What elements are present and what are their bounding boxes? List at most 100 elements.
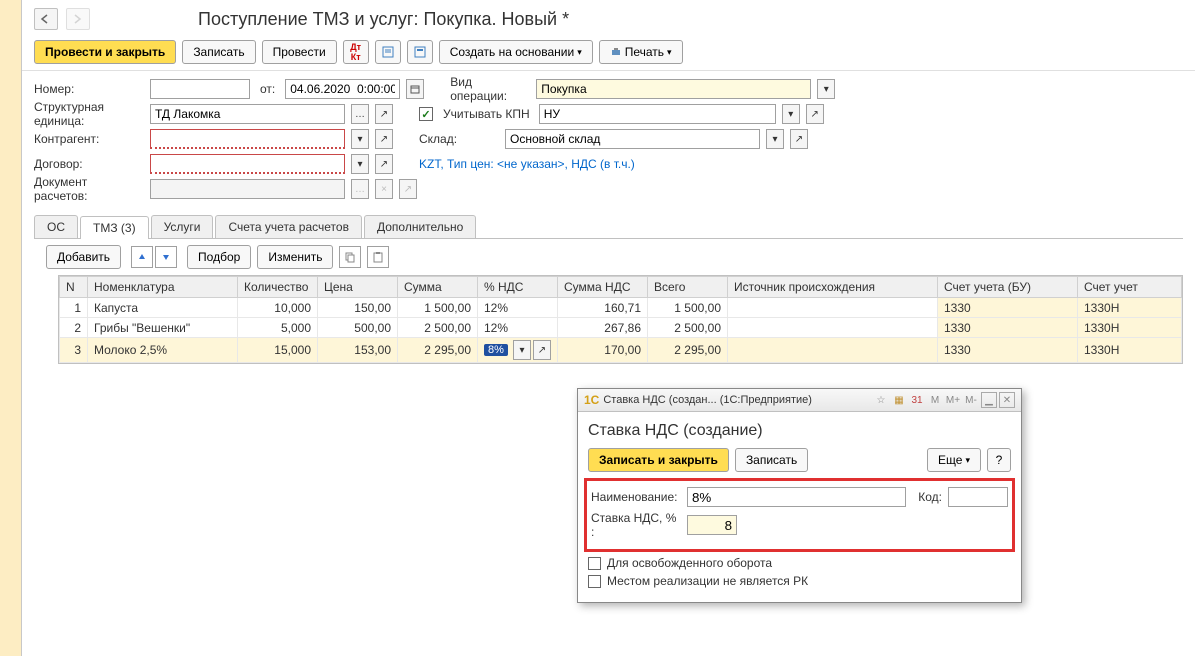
operation-dropdown[interactable]: ▾ xyxy=(817,79,835,99)
kpn-dropdown[interactable]: ▾ xyxy=(782,104,800,124)
counterparty-open[interactable]: ↗ xyxy=(375,129,393,149)
cell-vat-pct: 12% xyxy=(478,298,558,318)
cell-nomen: Капуста xyxy=(88,298,238,318)
nav-back-button[interactable] xyxy=(34,8,58,30)
date-input[interactable] xyxy=(285,79,400,99)
modal-code-input[interactable] xyxy=(948,487,1008,507)
cell-sum: 2 500,00 xyxy=(398,318,478,338)
operation-input[interactable] xyxy=(536,79,811,99)
modal-close[interactable]: ✕ xyxy=(999,392,1015,408)
cell-qty: 10,000 xyxy=(238,298,318,318)
toolbar-icon-2[interactable] xyxy=(407,40,433,64)
toolbar-icon-1[interactable] xyxy=(375,40,401,64)
modal-name-input[interactable] xyxy=(687,487,906,507)
modal-m-plus[interactable]: M+ xyxy=(945,392,961,408)
number-input[interactable] xyxy=(150,79,250,99)
tab-accounts[interactable]: Счета учета расчетов xyxy=(215,215,361,238)
cell-vat-pct[interactable]: 8%▾↗ xyxy=(478,338,558,363)
print-button[interactable]: Печать xyxy=(599,40,683,64)
cell-total: 2 295,00 xyxy=(648,338,728,363)
cell-sum: 1 500,00 xyxy=(398,298,478,318)
org-input[interactable] xyxy=(150,104,345,124)
kpn-checkbox[interactable]: ✓ xyxy=(419,107,433,121)
change-button[interactable]: Изменить xyxy=(257,245,333,269)
cell-vat-sum: 267,86 xyxy=(558,318,648,338)
post-and-close-button[interactable]: Провести и закрыть xyxy=(34,40,176,64)
settlement-doc-input xyxy=(150,179,345,199)
dtkt-button[interactable]: ДтКт xyxy=(343,40,369,64)
warehouse-input[interactable] xyxy=(505,129,760,149)
vat-dropdown[interactable]: ▾ xyxy=(513,340,531,360)
table-row[interactable]: 3Молоко 2,5%15,000153,002 295,008%▾↗170,… xyxy=(60,338,1182,363)
col-sum[interactable]: Сумма xyxy=(398,277,478,298)
col-nomen[interactable]: Номенклатура xyxy=(88,277,238,298)
modal-titlebar[interactable]: 1C Ставка НДС (создан... (1С:Предприятие… xyxy=(578,389,1021,412)
vat-rate-dialog: 1C Ставка НДС (создан... (1С:Предприятие… xyxy=(577,388,1022,603)
write-button[interactable]: Записать xyxy=(182,40,255,64)
modal-icon-calc[interactable]: ▦ xyxy=(891,392,907,408)
contract-dropdown[interactable]: ▾ xyxy=(351,154,369,174)
tab-os[interactable]: ОС xyxy=(34,215,78,238)
settlement-doc-clear: × xyxy=(375,179,393,199)
main-toolbar: Провести и закрыть Записать Провести ДтК… xyxy=(22,34,1195,71)
modal-more-button[interactable]: Еще xyxy=(927,448,981,472)
kpn-open[interactable]: ↗ xyxy=(806,104,824,124)
tab-services[interactable]: Услуги xyxy=(151,215,214,238)
from-label: от: xyxy=(260,82,275,96)
calendar-button[interactable] xyxy=(406,79,424,99)
modal-minimize[interactable]: ▁ xyxy=(981,392,997,408)
exempt-label: Для освобожденного оборота xyxy=(607,556,772,570)
move-down-button[interactable] xyxy=(155,246,177,268)
modal-rate-input[interactable] xyxy=(687,515,737,535)
add-row-button[interactable]: Добавить xyxy=(46,245,121,269)
modal-icon-cal[interactable]: 31 xyxy=(909,392,925,408)
not-rk-label: Местом реализации не является РК xyxy=(607,574,808,588)
pick-button[interactable]: Подбор xyxy=(187,245,251,269)
nav-forward-button[interactable] xyxy=(66,8,90,30)
modal-rate-label: Ставка НДС, % : xyxy=(591,511,681,539)
printer-icon xyxy=(610,47,622,57)
vat-open[interactable]: ↗ xyxy=(533,340,551,360)
col-total[interactable]: Всего xyxy=(648,277,728,298)
modal-m[interactable]: M xyxy=(927,392,943,408)
col-acct-bu[interactable]: Счет учета (БУ) xyxy=(938,277,1078,298)
table-row[interactable]: 1Капуста10,000150,001 500,0012%160,711 5… xyxy=(60,298,1182,318)
paste-button[interactable] xyxy=(367,246,389,268)
warehouse-label: Склад: xyxy=(419,132,499,146)
table-row[interactable]: 2Грибы "Вешенки"5,000500,002 500,0012%26… xyxy=(60,318,1182,338)
col-qty[interactable]: Количество xyxy=(238,277,318,298)
warehouse-dropdown[interactable]: ▾ xyxy=(766,129,784,149)
price-info-link[interactable]: KZT, Тип цен: <не указан>, НДС (в т.ч.) xyxy=(419,157,635,171)
tab-additional[interactable]: Дополнительно xyxy=(364,215,476,238)
cell-n: 2 xyxy=(60,318,88,338)
not-rk-checkbox[interactable] xyxy=(588,575,601,588)
warehouse-open[interactable]: ↗ xyxy=(790,129,808,149)
cell-origin xyxy=(728,338,938,363)
contract-input[interactable] xyxy=(150,154,345,174)
modal-help-button[interactable]: ? xyxy=(987,448,1011,472)
kpn-input[interactable] xyxy=(539,104,776,124)
org-select[interactable]: … xyxy=(351,104,369,124)
modal-icon-fav[interactable]: ☆ xyxy=(873,392,889,408)
cell-nomen: Грибы "Вешенки" xyxy=(88,318,238,338)
create-based-button[interactable]: Создать на основании xyxy=(439,40,593,64)
move-up-button[interactable] xyxy=(131,246,153,268)
col-n[interactable]: N xyxy=(60,277,88,298)
contract-open[interactable]: ↗ xyxy=(375,154,393,174)
col-price[interactable]: Цена xyxy=(318,277,398,298)
modal-write-button[interactable]: Записать xyxy=(735,448,808,472)
col-acct-nu[interactable]: Счет учет xyxy=(1078,277,1182,298)
modal-m-minus[interactable]: M- xyxy=(963,392,979,408)
counterparty-input[interactable] xyxy=(150,129,345,149)
post-button[interactable]: Провести xyxy=(262,40,337,64)
col-vat-sum[interactable]: Сумма НДС xyxy=(558,277,648,298)
org-open[interactable]: ↗ xyxy=(375,104,393,124)
tab-tmz[interactable]: ТМЗ (3) xyxy=(80,216,149,239)
counterparty-dropdown[interactable]: ▾ xyxy=(351,129,369,149)
col-origin[interactable]: Источник происхождения xyxy=(728,277,938,298)
copy-button[interactable] xyxy=(339,246,361,268)
exempt-checkbox[interactable] xyxy=(588,557,601,570)
col-vat-pct[interactable]: % НДС xyxy=(478,277,558,298)
modal-write-close-button[interactable]: Записать и закрыть xyxy=(588,448,729,472)
cell-n: 3 xyxy=(60,338,88,363)
